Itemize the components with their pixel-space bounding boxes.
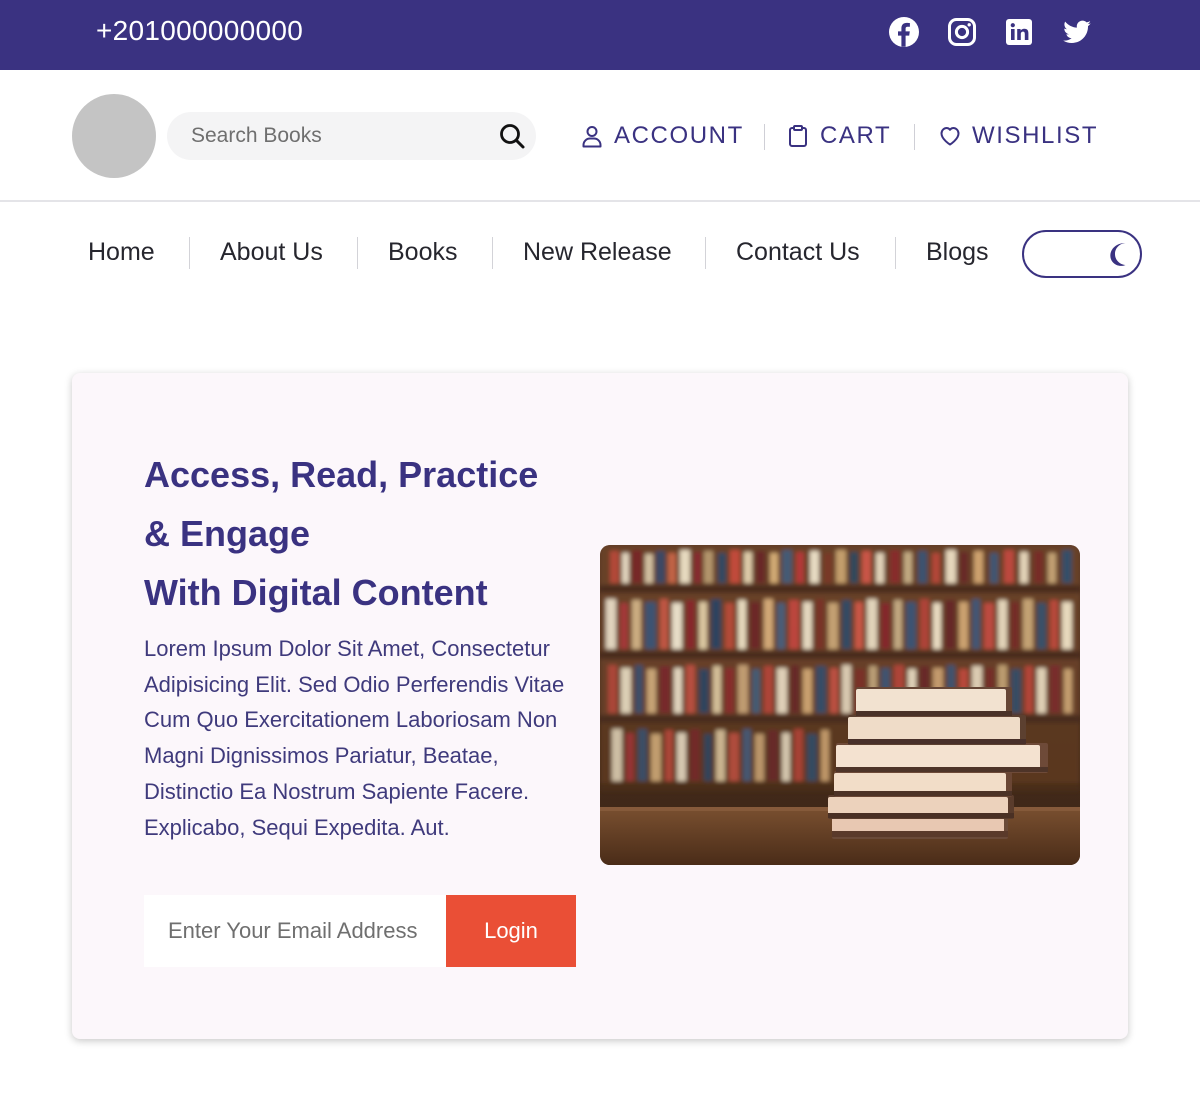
divider bbox=[914, 124, 915, 150]
email-field[interactable] bbox=[144, 895, 446, 967]
nav-item-blogs[interactable]: Blogs bbox=[926, 238, 989, 267]
hero-title-line: With Digital Content bbox=[144, 572, 488, 613]
facebook-icon[interactable] bbox=[888, 16, 920, 48]
clipboard-icon bbox=[789, 125, 807, 147]
library-books-photo bbox=[600, 545, 1080, 865]
main-nav: Home About Us Books New Release Contact … bbox=[0, 204, 1200, 304]
nav-divider bbox=[492, 237, 493, 269]
nav-item-new-release[interactable]: New Release bbox=[523, 238, 672, 267]
cart-label: CART bbox=[820, 122, 892, 149]
theme-toggle[interactable] bbox=[1022, 230, 1142, 278]
phone-number: +201000000000 bbox=[96, 15, 304, 46]
user-icon bbox=[582, 126, 602, 148]
wishlist-link[interactable]: WISHLIST bbox=[938, 118, 1098, 154]
heart-icon bbox=[940, 127, 960, 146]
search-input[interactable] bbox=[167, 112, 487, 160]
nav-divider bbox=[189, 237, 190, 269]
twitter-icon[interactable] bbox=[1061, 16, 1093, 48]
hero-description: Lorem Ipsum Dolor Sit Amet, Consectetur … bbox=[144, 636, 565, 840]
nav-item-contact-us[interactable]: Contact Us bbox=[736, 238, 860, 267]
hero-card: Access, Read, Practice & Engage With Dig… bbox=[72, 373, 1128, 1039]
moon-icon bbox=[1110, 242, 1126, 266]
wishlist-label: WISHLIST bbox=[972, 122, 1099, 149]
login-button[interactable]: Login bbox=[446, 895, 576, 967]
account-link[interactable]: ACCOUNT bbox=[580, 118, 744, 154]
search-icon[interactable] bbox=[498, 122, 526, 150]
account-label: ACCOUNT bbox=[614, 122, 744, 149]
nav-item-books[interactable]: Books bbox=[388, 238, 457, 267]
search-bar bbox=[167, 112, 536, 160]
nav-item-about-us[interactable]: About Us bbox=[220, 238, 323, 267]
linkedin-icon[interactable] bbox=[1003, 16, 1035, 48]
nav-item-home[interactable]: Home bbox=[88, 238, 155, 267]
nav-divider bbox=[357, 237, 358, 269]
hero-title-line: & Engage bbox=[144, 513, 311, 554]
site-header: ACCOUNT CART WISHLIST bbox=[0, 70, 1200, 202]
hero-title: Access, Read, Practice & Engage With Dig… bbox=[144, 445, 584, 622]
hero-title-line: Access, Read, Practice bbox=[144, 454, 539, 495]
logo-avatar[interactable] bbox=[72, 94, 156, 178]
top-bar: +201000000000 bbox=[0, 0, 1200, 70]
nav-divider bbox=[895, 237, 896, 269]
nav-divider bbox=[705, 237, 706, 269]
instagram-icon[interactable] bbox=[946, 16, 978, 48]
cart-link[interactable]: CART bbox=[786, 118, 891, 154]
divider bbox=[764, 124, 765, 150]
